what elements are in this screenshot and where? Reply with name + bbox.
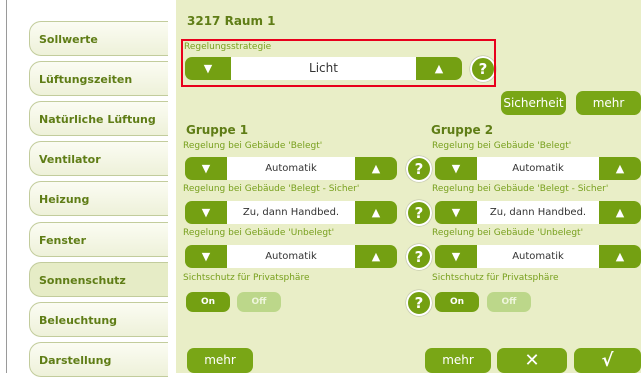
tab-sonnenschutz[interactable]: Sonnenschutz: [29, 262, 168, 297]
group2-privacy-off-button[interactable]: Off: [487, 292, 531, 312]
group2-row3-label: Regelung bei Gebäude 'Unbelegt': [432, 228, 584, 238]
group1-sicher-value: Zu, dann Handbed.: [227, 201, 355, 224]
tab-natuerliche-lueftung[interactable]: Natürliche Lüftung: [29, 101, 168, 136]
mehr-bottom-left-button[interactable]: mehr: [187, 348, 253, 373]
group2-privacy-on-button[interactable]: On: [435, 292, 479, 312]
group2-sicher-value: Zu, dann Handbed.: [477, 201, 599, 224]
group2-sicher-help-icon[interactable]: ?: [406, 200, 432, 226]
group1-unbelegt-next[interactable]: ▲: [355, 245, 397, 268]
group1-privacy-on-button[interactable]: On: [186, 292, 230, 312]
group2-title: Gruppe 2: [431, 123, 494, 137]
group2-belegt-value: Automatik: [477, 157, 599, 180]
group2-unbelegt-help-icon[interactable]: ?: [406, 244, 432, 270]
left-border: [6, 0, 7, 373]
confirm-button[interactable]: √: [574, 348, 641, 373]
group1-belegt-prev[interactable]: ▼: [185, 157, 227, 180]
cancel-button[interactable]: ✕: [497, 348, 567, 373]
tab-heizung[interactable]: Heizung: [29, 181, 168, 216]
group1-title: Gruppe 1: [186, 123, 249, 137]
group2-belegt-help-icon[interactable]: ?: [406, 156, 432, 182]
group1-belegt-next[interactable]: ▲: [355, 157, 397, 180]
group2-sicher-next[interactable]: ▲: [599, 201, 641, 224]
group1-privacy-label: Sichtschutz für Privatsphäre: [183, 273, 310, 283]
group1-unbelegt-value: Automatik: [227, 245, 355, 268]
group2-privacy-label: Sichtschutz für Privatsphäre: [432, 273, 559, 283]
highlight-box: [181, 39, 496, 87]
tab-darstellung[interactable]: Darstellung: [29, 342, 168, 377]
group2-unbelegt-prev[interactable]: ▼: [435, 245, 477, 268]
group2-unbelegt-value: Automatik: [477, 245, 599, 268]
group2-unbelegt-dropdown[interactable]: ▼ Automatik ▲: [435, 245, 641, 268]
group2-sicher-dropdown[interactable]: ▼ Zu, dann Handbed. ▲: [435, 201, 641, 224]
group1-row3-label: Regelung bei Gebäude 'Unbelegt': [183, 228, 335, 238]
group2-belegt-next[interactable]: ▲: [599, 157, 641, 180]
group2-row2-label: Regelung bei Gebäude 'Belegt - Sicher': [432, 184, 609, 194]
room-title: 3217 Raum 1: [187, 14, 276, 28]
tab-sollwerte[interactable]: Sollwerte: [29, 21, 168, 56]
group1-belegt-value: Automatik: [227, 157, 355, 180]
group1-sicher-next[interactable]: ▲: [355, 201, 397, 224]
group1-privacy-off-button[interactable]: Off: [237, 292, 281, 312]
mehr-bottom-right-button[interactable]: mehr: [425, 348, 491, 373]
group1-unbelegt-prev[interactable]: ▼: [185, 245, 227, 268]
group1-belegt-dropdown[interactable]: ▼ Automatik ▲: [185, 157, 397, 180]
mehr-top-button[interactable]: mehr: [576, 91, 641, 115]
group2-row1-label: Regelung bei Gebäude 'Belegt': [432, 141, 572, 151]
group2-belegt-dropdown[interactable]: ▼ Automatik ▲: [435, 157, 641, 180]
group1-sicher-dropdown[interactable]: ▼ Zu, dann Handbed. ▲: [185, 201, 397, 224]
tab-lueftungszeiten[interactable]: Lüftungszeiten: [29, 61, 168, 96]
group2-belegt-prev[interactable]: ▼: [435, 157, 477, 180]
group2-sicher-prev[interactable]: ▼: [435, 201, 477, 224]
tab-ventilator[interactable]: Ventilator: [29, 141, 168, 176]
tab-beleuchtung[interactable]: Beleuchtung: [29, 302, 168, 337]
group1-sicher-prev[interactable]: ▼: [185, 201, 227, 224]
group2-privacy-help-icon[interactable]: ?: [406, 290, 432, 316]
group1-row1-label: Regelung bei Gebäude 'Belegt': [183, 141, 323, 151]
group1-unbelegt-dropdown[interactable]: ▼ Automatik ▲: [185, 245, 397, 268]
tab-fenster[interactable]: Fenster: [29, 222, 168, 257]
sicherheit-button[interactable]: Sicherheit: [501, 91, 566, 115]
group1-row2-label: Regelung bei Gebäude 'Belegt - Sicher': [183, 184, 360, 194]
group2-unbelegt-next[interactable]: ▲: [599, 245, 641, 268]
